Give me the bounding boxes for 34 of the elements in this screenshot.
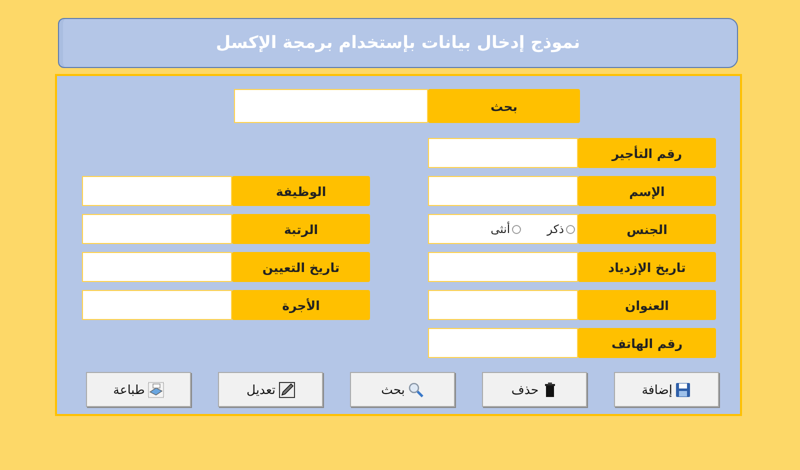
magnifier-icon — [408, 382, 424, 398]
input-field[interactable] — [428, 328, 578, 358]
field-label: العنوان — [578, 290, 716, 320]
input-field[interactable] — [82, 290, 232, 320]
form-title: نموذج إدخال بيانات بإستخدام برمجة الإكسل — [216, 33, 580, 53]
field-label: الوظيفة — [232, 176, 370, 206]
input-field[interactable] — [82, 252, 232, 282]
field-label: رقم التأجير — [578, 138, 716, 168]
delete-button[interactable]: حذف — [482, 372, 587, 407]
radio-option[interactable]: ذكر — [547, 222, 575, 236]
search-field[interactable] — [234, 89, 428, 123]
field-label: الجنس — [578, 214, 716, 244]
search-button[interactable]: بحث — [350, 372, 455, 407]
save-button[interactable]: إضافة — [614, 372, 719, 407]
edit-button[interactable]: تعديل — [218, 372, 323, 407]
input-field[interactable] — [428, 290, 578, 320]
printer-icon — [148, 382, 164, 398]
field-label: بحث — [428, 89, 580, 123]
input-field[interactable] — [428, 176, 578, 206]
input-field[interactable] — [428, 138, 578, 168]
field-label: الرتبة — [232, 214, 370, 244]
pencil-icon — [278, 382, 295, 398]
input-field[interactable] — [82, 176, 232, 206]
radio-icon[interactable] — [512, 224, 522, 234]
field-label: تاريخ التعيين — [232, 252, 370, 282]
field-label: رقم الهاتف — [578, 328, 716, 358]
radio-icon[interactable] — [566, 224, 575, 234]
radio-option[interactable]: أنثى — [490, 222, 522, 236]
field-label: تاريخ الإزدياد — [578, 252, 716, 282]
input-field[interactable] — [428, 252, 578, 282]
field-label: الأجرة — [232, 290, 370, 320]
field-label: الإسم — [578, 176, 716, 206]
print-button[interactable]: طباعة — [86, 372, 191, 407]
input-field[interactable] — [82, 214, 232, 244]
